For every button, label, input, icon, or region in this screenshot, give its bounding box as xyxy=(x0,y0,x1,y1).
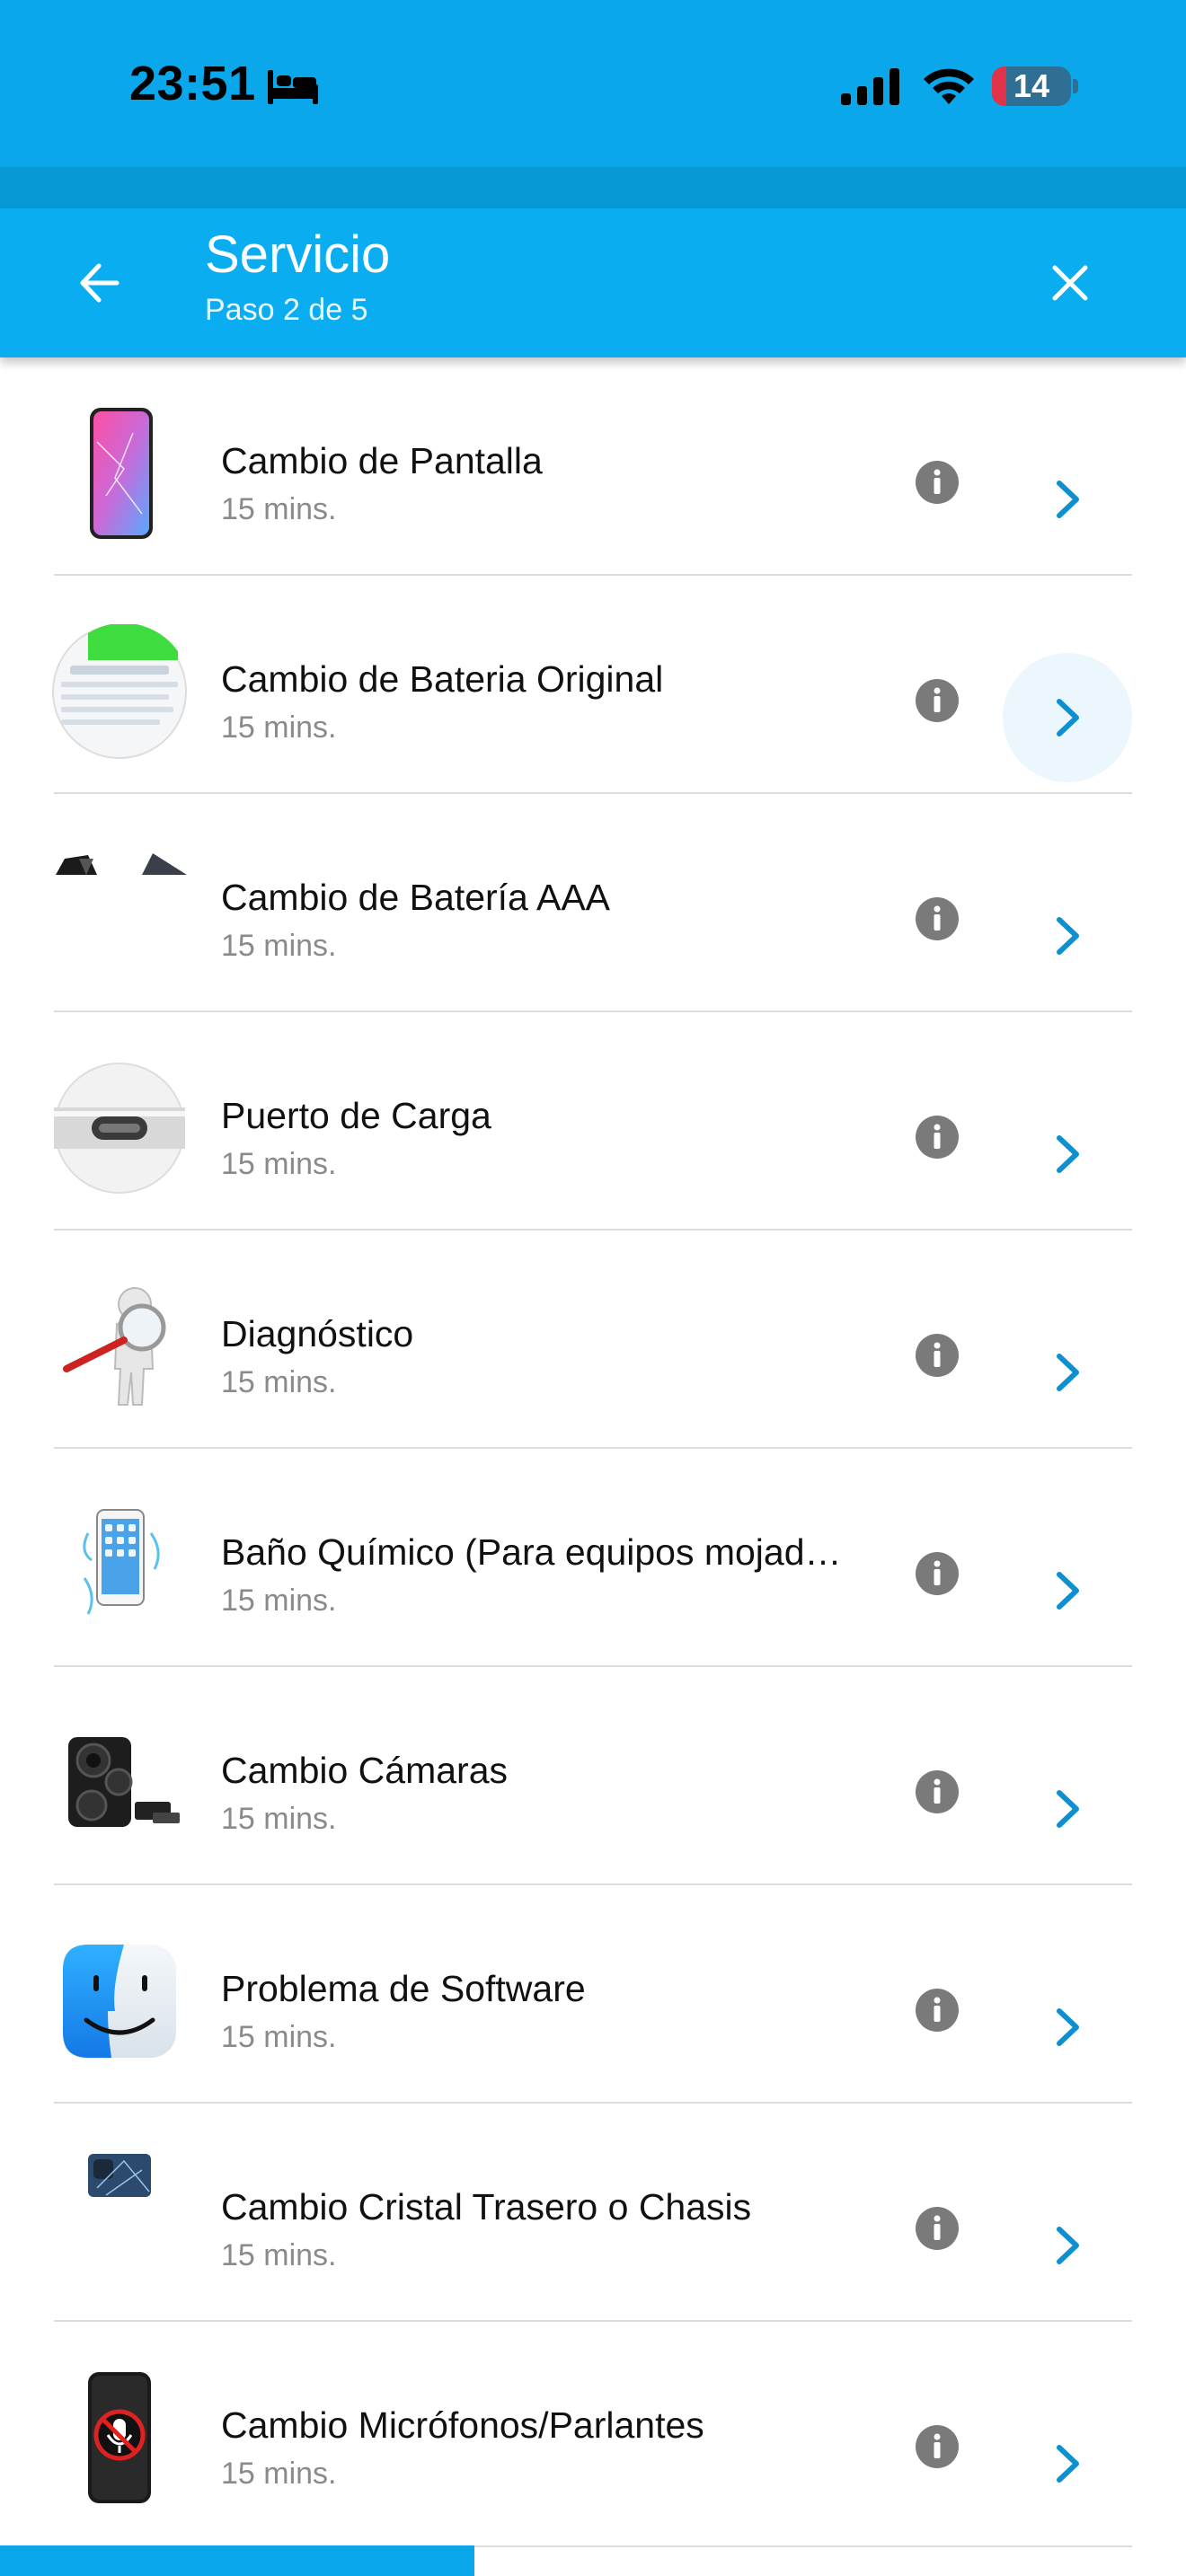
battery-nub xyxy=(1073,79,1078,93)
chevron-right-button[interactable] xyxy=(1003,1090,1132,1219)
service-duration: 15 mins. xyxy=(221,1802,337,1836)
chevron-right-icon xyxy=(1057,1572,1079,1610)
chevron-right-button[interactable] xyxy=(1003,871,1132,1001)
info-icon[interactable] xyxy=(915,678,960,723)
chevron-right-icon xyxy=(1057,917,1079,955)
service-duration: 15 mins. xyxy=(221,2020,337,2054)
wet-phone-icon xyxy=(83,1509,160,1615)
chevron-right-button[interactable] xyxy=(1003,1526,1132,1655)
close-button[interactable] xyxy=(1040,253,1100,313)
microphone-phone-icon xyxy=(88,2372,151,2503)
info-icon[interactable] xyxy=(915,2206,960,2251)
service-title: Cambio Micrófonos/Parlantes xyxy=(221,2404,704,2446)
arrow-left-icon xyxy=(80,263,119,303)
info-icon[interactable] xyxy=(915,1333,960,1378)
service-row[interactable]: Cambio Cristal Trasero o Chasis 15 mins. xyxy=(0,2104,1186,2322)
service-duration: 15 mins. xyxy=(221,2238,337,2272)
service-row[interactable]: Baño Químico (Para equipos mojad… 15 min… xyxy=(0,1449,1186,1667)
chevron-right-icon xyxy=(1057,2445,1079,2483)
service-row[interactable]: Cambio de Bateria Original 15 mins. xyxy=(0,576,1186,794)
chevron-right-icon xyxy=(1057,2227,1079,2264)
magnifier-figure-icon xyxy=(63,1287,166,1406)
chevron-right-button[interactable] xyxy=(1003,2399,1132,2528)
chevron-right-button[interactable] xyxy=(1003,1308,1132,1437)
service-row[interactable]: Puerto de Carga 15 mins. xyxy=(0,1012,1186,1231)
service-title: Cambio de Batería AAA xyxy=(221,877,611,918)
info-icon[interactable] xyxy=(915,1551,960,1596)
camera-module-icon xyxy=(68,1737,180,1827)
info-icon[interactable] xyxy=(915,1115,960,1160)
service-list: Cambio de Pantalla 15 mins. Cambio de Ba… xyxy=(0,357,1186,2540)
chevron-right-icon xyxy=(1057,2008,1079,2046)
charging-port-icon xyxy=(54,1063,185,1194)
back-glass-icon xyxy=(88,2154,151,2197)
service-duration: 15 mins. xyxy=(221,492,337,526)
chevron-right-button[interactable] xyxy=(1003,2181,1132,2310)
chevron-right-icon xyxy=(1057,699,1079,737)
service-duration: 15 mins. xyxy=(221,710,337,745)
info-icon[interactable] xyxy=(915,896,960,941)
phone-screen-icon xyxy=(90,408,153,539)
progress-fill xyxy=(0,2545,474,2576)
chevron-right-button[interactable] xyxy=(1003,653,1132,782)
service-row[interactable]: Diagnóstico 15 mins. xyxy=(0,1231,1186,1449)
status-bar: 23:51 14 xyxy=(0,0,1186,167)
progress-track-line xyxy=(474,2545,1132,2547)
service-title: Diagnóstico xyxy=(221,1313,414,1354)
wifi-icon xyxy=(924,68,974,104)
page-title: Servicio xyxy=(205,225,391,284)
service-duration: 15 mins. xyxy=(221,929,337,963)
service-title: Cambio Cristal Trasero o Chasis xyxy=(221,2186,752,2228)
service-row[interactable]: Cambio de Pantalla 15 mins. xyxy=(0,357,1186,576)
service-duration: 15 mins. xyxy=(221,1584,337,1618)
service-row[interactable]: Cambio Cámaras 15 mins. xyxy=(0,1667,1186,1885)
signal-icon xyxy=(841,68,899,105)
app-header: Servicio Paso 2 de 5 xyxy=(0,208,1186,357)
chevron-right-button[interactable] xyxy=(1003,1963,1132,2092)
close-icon xyxy=(1052,265,1088,301)
service-title: Puerto de Carga xyxy=(221,1095,491,1136)
service-title: Cambio de Bateria Original xyxy=(221,658,664,700)
service-duration: 15 mins. xyxy=(221,1365,337,1399)
back-button[interactable] xyxy=(70,253,129,313)
service-title: Cambio de Pantalla xyxy=(221,440,543,481)
battery-percent: 14 xyxy=(1013,67,1050,104)
info-icon[interactable] xyxy=(915,460,960,505)
finder-face-icon xyxy=(63,1945,176,2058)
info-icon[interactable] xyxy=(915,2424,960,2469)
chevron-right-icon xyxy=(1057,1135,1079,1173)
step-progress-bar xyxy=(0,2545,1186,2576)
info-icon[interactable] xyxy=(915,1769,960,1814)
service-row[interactable]: Problema de Software 15 mins. xyxy=(0,1885,1186,2104)
service-title: Baño Químico (Para equipos mojad… xyxy=(221,1531,842,1573)
service-duration: 15 mins. xyxy=(221,2457,337,2491)
service-duration: 15 mins. xyxy=(221,1147,337,1181)
battery-icon: 14 xyxy=(992,66,1071,106)
battery-health-icon xyxy=(52,624,187,759)
chevron-right-button[interactable] xyxy=(1003,435,1132,564)
status-time: 23:51 xyxy=(129,57,256,110)
service-title: Problema de Software xyxy=(221,1968,586,2009)
step-indicator: Paso 2 de 5 xyxy=(205,293,368,327)
service-row[interactable]: Cambio Micrófonos/Parlantes 15 mins. xyxy=(0,2322,1186,2540)
chevron-right-button[interactable] xyxy=(1003,1744,1132,1874)
bed-icon xyxy=(268,70,318,104)
info-icon[interactable] xyxy=(915,1988,960,2033)
service-row[interactable]: Cambio de Batería AAA 15 mins. xyxy=(0,794,1186,1012)
chevron-right-icon xyxy=(1057,481,1079,518)
service-title: Cambio Cámaras xyxy=(221,1750,508,1791)
chevron-right-icon xyxy=(1057,1790,1079,1828)
battery-parts-icon xyxy=(56,853,187,875)
chevron-right-icon xyxy=(1057,1354,1079,1391)
status-bar-band xyxy=(0,167,1186,208)
